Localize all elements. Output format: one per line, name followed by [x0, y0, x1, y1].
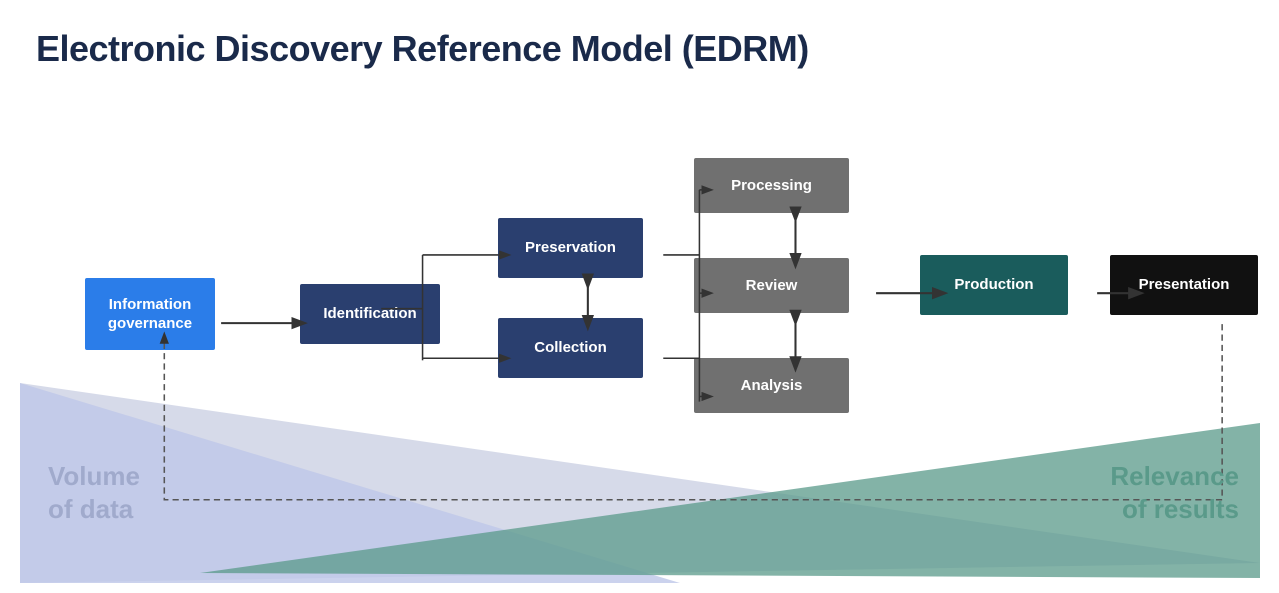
page-container: Electronic Discovery Reference Model (ED…	[0, 0, 1279, 593]
page-title: Electronic Discovery Reference Model (ED…	[36, 28, 1243, 70]
relevance-label: Relevance of results	[1110, 460, 1239, 525]
volume-label: Volume of data	[48, 460, 140, 525]
diagram-wrapper: Information governance Identification Pr…	[30, 100, 1249, 538]
box-identification: Identification	[300, 284, 440, 344]
box-review: Review	[694, 258, 849, 313]
box-information-governance: Information governance	[85, 278, 215, 350]
box-presentation: Presentation	[1110, 255, 1258, 315]
box-collection: Collection	[498, 318, 643, 378]
box-production: Production	[920, 255, 1068, 315]
box-analysis: Analysis	[694, 358, 849, 413]
box-preservation: Preservation	[498, 218, 643, 278]
box-processing: Processing	[694, 158, 849, 213]
